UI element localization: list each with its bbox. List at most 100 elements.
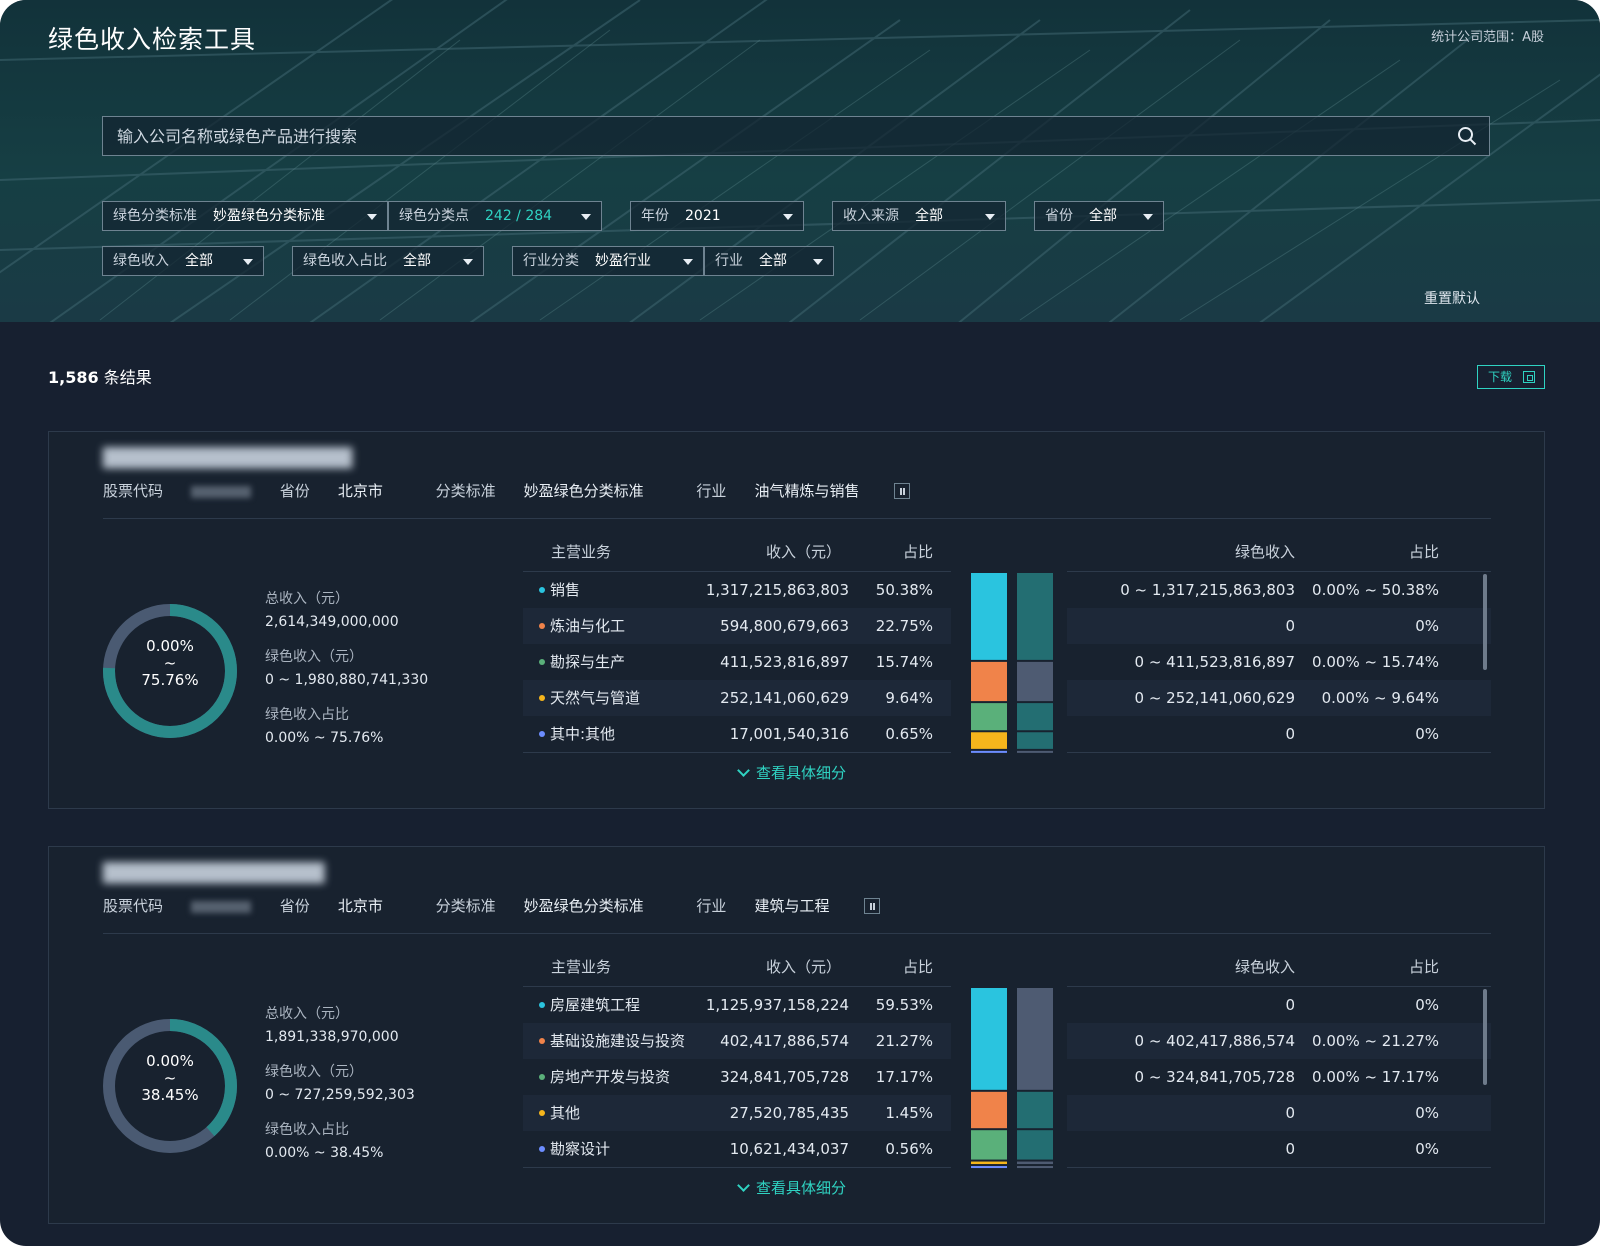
business-share: 9.64% — [885, 689, 933, 707]
business-name-text: 房地产开发与投资 — [550, 1068, 671, 1086]
business-name-text: 其他 — [550, 1104, 581, 1122]
filter-label: 绿色分类点 — [399, 208, 469, 224]
category-dot-icon — [539, 1037, 545, 1044]
col-revenue: 收入（元） — [765, 958, 841, 976]
green-share-bar-segment — [1017, 703, 1053, 731]
green-ratio-value: 0.00% ~ 75.76% — [265, 730, 384, 746]
divider — [1067, 1167, 1491, 1168]
table-scrollbar[interactable] — [1483, 989, 1487, 1085]
search-box[interactable] — [102, 116, 1490, 156]
filter-green-points[interactable]: 绿色分类点 242 / 284 — [388, 201, 602, 231]
search-icon[interactable] — [1457, 126, 1477, 146]
industry-value: 油气精炼与销售 — [754, 482, 860, 500]
table-scrollbar[interactable] — [1483, 574, 1487, 670]
pause-icon[interactable] — [864, 898, 881, 914]
business-share: 0.65% — [885, 725, 933, 743]
table-row: 0 0% — [1067, 1095, 1491, 1131]
business-name: 房地产开发与投资 — [539, 1059, 670, 1095]
pause-icon[interactable] — [894, 483, 911, 499]
green-table: 绿色收入 占比 0 ~ 1,317,215,863,803 0.00% ~ 50.… — [1067, 532, 1491, 753]
filter-green-revenue-ratio[interactable]: 绿色收入占比 全部 — [292, 246, 484, 276]
filter-revenue-source[interactable]: 收入来源 全部 — [832, 201, 1006, 231]
green-revenue-value: 0 ~ 727,259,592,303 — [265, 1087, 415, 1103]
filter-label: 绿色收入占比 — [303, 253, 387, 269]
caret-down-icon — [783, 214, 793, 220]
filter-industry-classification[interactable]: 行业分类 妙盈行业 — [512, 246, 704, 276]
business-revenue: 252,141,060,629 — [720, 689, 849, 707]
search-input[interactable] — [103, 117, 1443, 155]
industry-value: 建筑与工程 — [754, 897, 830, 915]
caret-down-icon — [813, 259, 823, 265]
business-name-text: 炼油与化工 — [550, 617, 626, 635]
business-share: 1.45% — [885, 1104, 933, 1122]
filter-year[interactable]: 年份 2021 — [630, 201, 804, 231]
revenue-share-bar-segment — [971, 988, 1007, 1090]
business-name: 基础设施建设与投资 — [539, 1023, 685, 1059]
filter-label: 行业分类 — [523, 253, 579, 269]
company-meta: 股票代码 省份 北京市 分类标准 妙盈绿色分类标准 行业 建筑与工程 — [103, 895, 881, 916]
green-share-cell: 0% — [1415, 996, 1439, 1014]
caret-down-icon — [1143, 214, 1153, 220]
revenue-stats: 总收入（元） 2,614,349,000,000 绿色收入（元） 0 ~ 1,9… — [265, 588, 428, 762]
business-name: 房屋建筑工程 — [539, 987, 640, 1023]
company-card: ██████████████████ 股票代码 省份 北京市 分类标准 妙盈绿色分类… — [48, 431, 1545, 809]
filter-industry[interactable]: 行业 全部 — [704, 246, 834, 276]
reset-default-link[interactable]: 重置默认 — [1424, 288, 1480, 308]
business-rows: 房屋建筑工程 1,125,937,158,224 59.53% 基础设施建设与投资 40… — [523, 987, 951, 1167]
green-revenue-cell: 0 — [1285, 996, 1295, 1014]
view-details-link[interactable]: 查看具体细分 — [737, 762, 846, 783]
app-window: 绿色收入检索工具 统计公司范围：A股 绿色分类标准妙盈绿色分类标准 绿色分类点 2… — [0, 0, 1600, 1246]
green-share-bar-segment — [1017, 1091, 1053, 1129]
filter-value: 妙盈绿色分类标准 — [213, 208, 325, 224]
business-share: 21.27% — [875, 1032, 933, 1050]
total-revenue-value: 2,614,349,000,000 — [265, 614, 399, 630]
industry-label: 行业 — [696, 897, 727, 915]
green-revenue-cell: 0 — [1285, 1104, 1295, 1122]
filter-green-standard[interactable]: 绿色分类标准 妙盈绿色分类标准 — [102, 201, 388, 231]
divider — [523, 752, 951, 753]
category-dot-icon — [539, 694, 545, 701]
business-name-text: 房屋建筑工程 — [550, 996, 641, 1014]
green-table-header: 绿色收入 占比 — [1067, 532, 1491, 572]
province-info: 省份 北京市 — [280, 482, 407, 500]
green-revenue-cell: 0 ~ 402,417,886,574 — [1134, 1032, 1295, 1050]
total-revenue-label: 总收入（元） — [265, 591, 349, 607]
filter-label: 绿色收入 — [113, 253, 169, 269]
filter-province[interactable]: 省份 全部 — [1034, 201, 1164, 231]
business-revenue: 17,001,540,316 — [729, 725, 849, 743]
green-share-bar-segment — [1017, 1166, 1053, 1169]
company-meta: 股票代码 省份 北京市 分类标准 妙盈绿色分类标准 行业 油气精炼与销售 — [103, 480, 911, 501]
table-row: 炼油与化工 594,800,679,663 22.75% — [523, 608, 951, 644]
business-share: 59.53% — [875, 996, 933, 1014]
green-ratio-label: 绿色收入占比 — [265, 1122, 349, 1138]
divider — [1067, 752, 1491, 753]
caret-down-icon — [243, 259, 253, 265]
green-revenue-value: 0 ~ 1,980,880,741,330 — [265, 672, 429, 688]
stock-code-label: 股票代码 — [103, 482, 164, 500]
province-info: 省份 北京市 — [280, 897, 407, 915]
table-row: 勘探与生产 411,523,816,897 15.74% — [523, 644, 951, 680]
result-count-suffix: 条结果 — [103, 368, 152, 387]
filter-value: 全部 — [759, 253, 787, 269]
col-business: 主营业务 — [551, 543, 612, 561]
revenue-share-bar-segment — [971, 661, 1007, 702]
divider — [523, 1167, 951, 1168]
revenue-share-bar-segment — [971, 1166, 1007, 1169]
filter-green-revenue[interactable]: 绿色收入 全部 — [102, 246, 264, 276]
stock-code: 股票代码 — [103, 482, 252, 500]
table-row: 0 ~ 411,523,816,897 0.00% ~ 15.74% — [1067, 644, 1491, 680]
business-revenue: 27,520,785,435 — [729, 1104, 849, 1122]
table-row: 其中:其他 17,001,540,316 0.65% — [523, 716, 951, 752]
download-button[interactable]: 下载 — [1477, 365, 1545, 389]
total-revenue-value: 1,891,338,970,000 — [265, 1029, 399, 1045]
business-share: 17.17% — [875, 1068, 933, 1086]
green-share-cell: 0.00% ~ 21.27% — [1312, 1032, 1439, 1050]
app-title: 绿色收入检索工具 — [48, 25, 257, 54]
divider — [103, 933, 1491, 934]
col-share: 占比 — [902, 958, 933, 976]
green-table-header: 绿色收入 占比 — [1067, 947, 1491, 987]
view-details-link[interactable]: 查看具体细分 — [737, 1177, 846, 1198]
header-banner: 绿色收入检索工具 统计公司范围：A股 绿色分类标准妙盈绿色分类标准 绿色分类点 2… — [0, 0, 1600, 322]
table-row: 0 ~ 402,417,886,574 0.00% ~ 21.27% — [1067, 1023, 1491, 1059]
revenue-share-bar-segment — [971, 1091, 1007, 1129]
